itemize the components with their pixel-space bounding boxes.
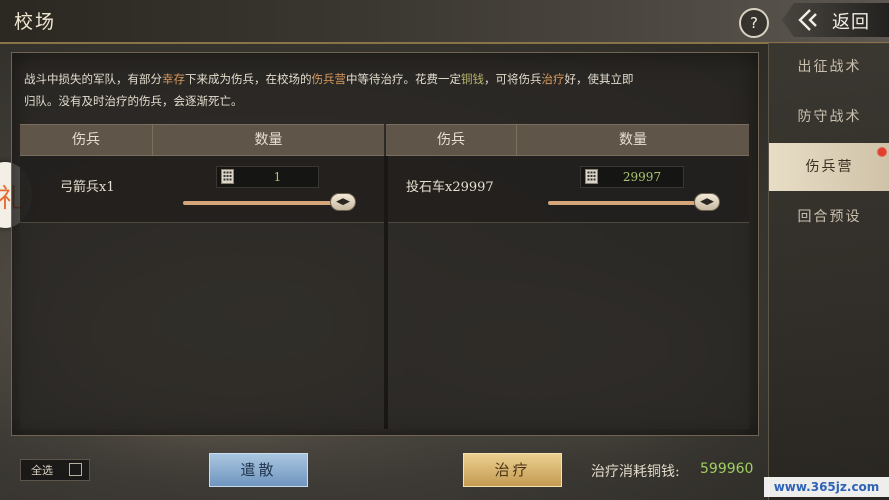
back-label: 返回 [832, 12, 870, 33]
table-body-right: 投石车x29997 29997 ◀▶ [388, 156, 749, 429]
description-text: 战斗中损失的军队，有部分 [24, 72, 162, 86]
dismiss-button[interactable]: 遣散 [209, 453, 308, 487]
description-highlight: 铜钱 [461, 72, 484, 86]
slider-handle[interactable]: ◀▶ [694, 193, 720, 211]
tab-march-tactics[interactable]: 出征战术 [769, 43, 889, 91]
back-button[interactable]: 返回 [782, 3, 889, 37]
quantity-value: 29997 [622, 170, 662, 184]
description-highlight: 幸存 [162, 72, 185, 86]
notification-dot [877, 147, 887, 157]
help-button[interactable]: ? [739, 8, 769, 38]
description-text: 归队。没有及时治疗的伤兵，会逐渐死亡。 [24, 94, 243, 108]
description-text: ，可将伤兵 [484, 72, 542, 86]
watermark: www.365jz.com [764, 477, 889, 497]
calculator-icon[interactable] [585, 169, 598, 184]
description: 战斗中损失的军队，有部分幸存下来成为伤兵，在校场的伤兵营中等待治疗。花费一定铜钱… [24, 68, 744, 112]
heal-cost-label: 治疗消耗铜钱: [591, 464, 680, 480]
quantity-input[interactable]: 1 [216, 166, 319, 188]
tab-infirmary-label: 伤兵营 [805, 159, 854, 175]
select-all-toggle[interactable]: 全选 [20, 459, 90, 481]
description-text: 好，使其立即 [564, 72, 634, 86]
tab-infirmary[interactable]: 伤兵营 [769, 143, 889, 191]
unit-name: 投石车x29997 [406, 180, 494, 195]
tab-round-presets[interactable]: 回合预设 [769, 193, 889, 241]
description-highlight: 治疗 [541, 72, 565, 86]
description-text: 下来成为伤兵，在校场的 [185, 72, 312, 86]
select-all-checkbox[interactable] [69, 463, 82, 476]
quantity-value: 1 [273, 170, 282, 184]
sidebar: 出征战术 防守战术 伤兵营 回合预设 [768, 43, 889, 500]
wounded-row[interactable]: 投石车x29997 29997 ◀▶ [388, 156, 749, 223]
unit-name: 弓箭兵x1 [60, 180, 115, 195]
heal-button[interactable]: 治疗 [463, 453, 562, 487]
description-text: 中等待治疗。花费一定 [346, 72, 461, 86]
quantity-input[interactable]: 29997 [580, 166, 684, 188]
page-title: 校场 [14, 11, 57, 33]
title-bar: 校场 ? 返回 [0, 0, 889, 44]
column-header-unit: 伤兵 [437, 132, 465, 148]
slider-handle[interactable]: ◀▶ [330, 193, 356, 211]
heal-cost-value: 599960 [700, 461, 754, 477]
table-header-right: 伤兵 数量 [386, 124, 749, 156]
description-highlight: 伤兵营 [311, 72, 347, 86]
back-icon [798, 9, 817, 31]
quantity-slider[interactable] [548, 201, 698, 205]
tab-defense-tactics[interactable]: 防守战术 [769, 93, 889, 141]
table-body-left: 弓箭兵x1 1 ◀▶ [20, 156, 384, 429]
quantity-slider[interactable] [183, 201, 333, 205]
calculator-icon[interactable] [221, 169, 234, 184]
table-header-left: 伤兵 数量 [20, 124, 384, 156]
column-header-quantity: 数量 [619, 132, 647, 148]
wounded-row[interactable]: 弓箭兵x1 1 ◀▶ [20, 156, 384, 223]
column-header-unit: 伤兵 [72, 132, 100, 148]
column-header-quantity: 数量 [254, 132, 283, 148]
select-all-label: 全选 [31, 464, 53, 477]
